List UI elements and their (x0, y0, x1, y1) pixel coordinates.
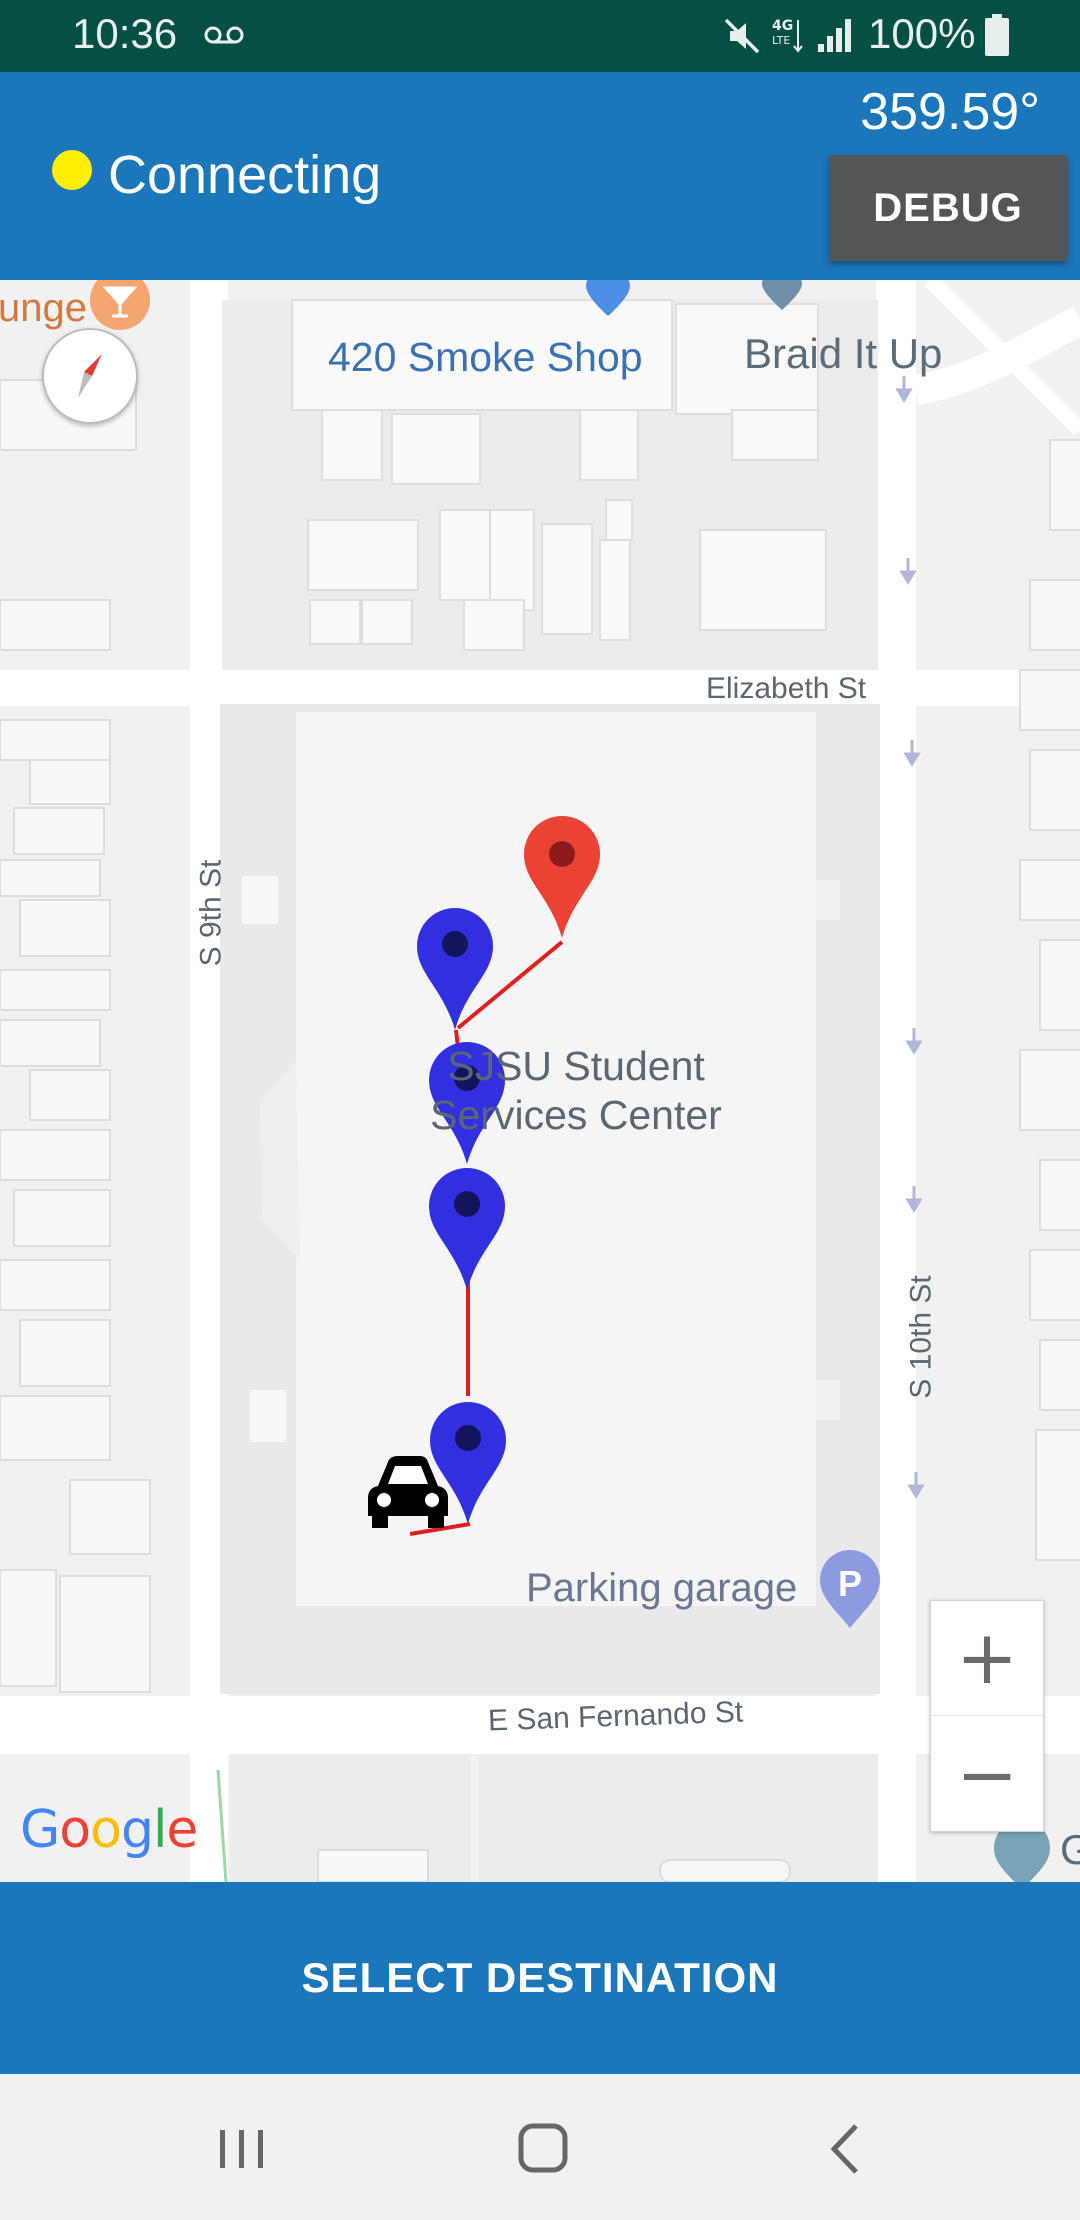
mute-icon (724, 18, 760, 54)
battery-percentage: 100% (868, 10, 976, 57)
recents-icon[interactable] (202, 2114, 282, 2184)
car-icon (368, 1456, 448, 1528)
poi-label-parking-garage[interactable]: Parking garage (526, 1566, 797, 1611)
lte-icon: 4G LTE (772, 18, 803, 53)
zoom-controls: + − (930, 1600, 1044, 1832)
compass-button[interactable] (42, 328, 138, 424)
poi-label-smoke-shop[interactable]: 420 Smoke Shop (328, 334, 643, 381)
street-label-9th: S 9th St (194, 859, 228, 967)
building-label-line2: Services Center (430, 1092, 722, 1138)
navigation-bar (0, 2074, 1080, 2220)
building-label-line1: SJSU Student (447, 1043, 705, 1089)
zoom-out-button[interactable]: − (931, 1717, 1043, 1832)
street-label-10th: S 10th St (904, 1275, 938, 1399)
poi-label-lounge[interactable]: unge (0, 286, 87, 331)
connection-status: Connecting (108, 145, 382, 205)
svg-text:LTE: LTE (772, 34, 790, 47)
battery-icon (985, 14, 1009, 56)
google-logo: Google (20, 1800, 198, 1860)
street-label-elizabeth: Elizabeth St (706, 672, 867, 705)
map-view[interactable]: P unge 420 Smoke Shop Braid It Up Elizab… (0, 280, 1080, 1882)
home-icon[interactable] (503, 2114, 583, 2184)
zoom-in-button[interactable]: + (931, 1601, 1043, 1716)
status-time: 10:36 (72, 10, 178, 57)
status-bar: 10:36 4G LTE 100% (0, 0, 1080, 72)
poi-label-partial-right[interactable]: G (1060, 1826, 1080, 1874)
connection-status-dot (52, 150, 92, 190)
poi-label-braid[interactable]: Braid It Up (744, 330, 942, 378)
select-destination-button[interactable]: SELECT DESTINATION (0, 1882, 1080, 2074)
debug-button[interactable]: DEBUG (829, 155, 1067, 261)
compass-icon (78, 354, 102, 398)
voicemail-icon (204, 26, 244, 44)
svg-text:4G: 4G (772, 18, 793, 34)
signal-icon (818, 19, 851, 52)
building-label-student-services[interactable]: SJSU Student Services Center (428, 1042, 724, 1140)
svg-text:P: P (838, 1563, 862, 1604)
heading-readout: 359.59° (860, 83, 1040, 141)
back-icon[interactable] (806, 2114, 886, 2184)
